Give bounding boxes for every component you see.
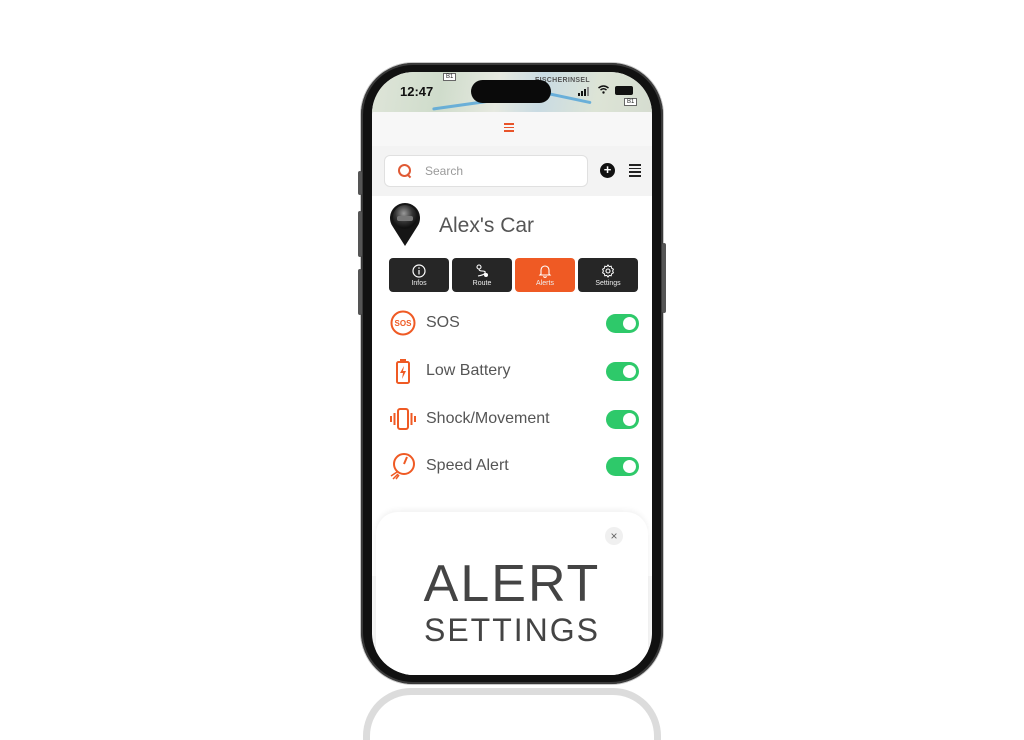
alert-row-speed: Speed Alert: [389, 451, 639, 481]
drawer-handle-icon[interactable]: [504, 123, 514, 134]
tab-bar: Infos Route Alerts Settings: [389, 258, 638, 292]
sheet-subtitle: SETTINGS: [423, 612, 600, 648]
volume-down-button: [358, 269, 362, 315]
phone-frame: FISCHERINSEL B1 B1 12:47 +: [358, 63, 666, 684]
alert-label: Low Battery: [426, 362, 511, 379]
sheet-title: ALERT: [423, 555, 601, 613]
search-field[interactable]: [384, 155, 588, 187]
dynamic-island: [471, 80, 551, 103]
shock-movement-toggle[interactable]: [606, 409, 639, 429]
search-input[interactable]: [425, 164, 575, 178]
tab-route[interactable]: Route: [452, 258, 512, 292]
tab-label: Alerts: [536, 279, 554, 287]
route-icon: [476, 263, 488, 277]
search-bar: +: [372, 146, 652, 196]
alert-settings-sheet: × ALERT SETTINGS: [376, 512, 648, 675]
vibration-icon: [389, 405, 417, 433]
add-device-button[interactable]: +: [600, 163, 615, 178]
list-menu-button[interactable]: [629, 164, 641, 179]
speedometer-icon: [389, 452, 417, 480]
road-badge: B1: [443, 73, 457, 81]
alert-label: Speed Alert: [426, 457, 509, 474]
tab-settings[interactable]: Settings: [578, 258, 638, 292]
alert-label: Shock/Movement: [426, 410, 550, 427]
wifi-icon: [598, 85, 609, 97]
tab-infos[interactable]: Infos: [389, 258, 449, 292]
signal-icon: [578, 87, 589, 96]
alert-row-low-battery: Low Battery: [389, 356, 639, 386]
tab-label: Infos: [411, 279, 427, 287]
battery-status-icon: [615, 86, 633, 95]
plus-icon: +: [603, 162, 612, 177]
bell-icon: [538, 264, 552, 278]
tab-label: Route: [472, 279, 492, 287]
svg-text:SOS: SOS: [395, 319, 413, 328]
low-battery-toggle[interactable]: [606, 361, 639, 381]
close-icon: ×: [610, 529, 618, 543]
vehicle-avatar-pin-icon: [388, 201, 422, 247]
volume-up-button: [358, 211, 362, 257]
power-button: [662, 243, 666, 313]
speed-alert-toggle[interactable]: [606, 456, 639, 476]
alert-row-shock: Shock/Movement: [389, 404, 639, 434]
sos-icon: SOS: [389, 309, 417, 337]
road-badge: B1: [624, 98, 638, 106]
close-button[interactable]: ×: [605, 527, 623, 545]
tab-label: Settings: [595, 279, 621, 287]
phone-reflection: [363, 688, 661, 740]
alert-row-sos: SOS SOS: [389, 308, 639, 338]
sos-toggle[interactable]: [606, 313, 639, 333]
alert-label: SOS: [426, 314, 460, 331]
status-bar: FISCHERINSEL B1 B1 12:47: [372, 72, 652, 112]
battery-icon: [389, 357, 417, 385]
phone-screen: FISCHERINSEL B1 B1 12:47 +: [372, 72, 652, 675]
tab-alerts[interactable]: Alerts: [515, 258, 575, 292]
vehicle-name: Alex's Car: [439, 214, 535, 237]
status-time: 12:47: [400, 84, 434, 99]
search-icon: [397, 163, 413, 179]
info-icon: [412, 263, 426, 278]
mute-switch: [358, 171, 362, 195]
gear-icon: [601, 263, 615, 278]
